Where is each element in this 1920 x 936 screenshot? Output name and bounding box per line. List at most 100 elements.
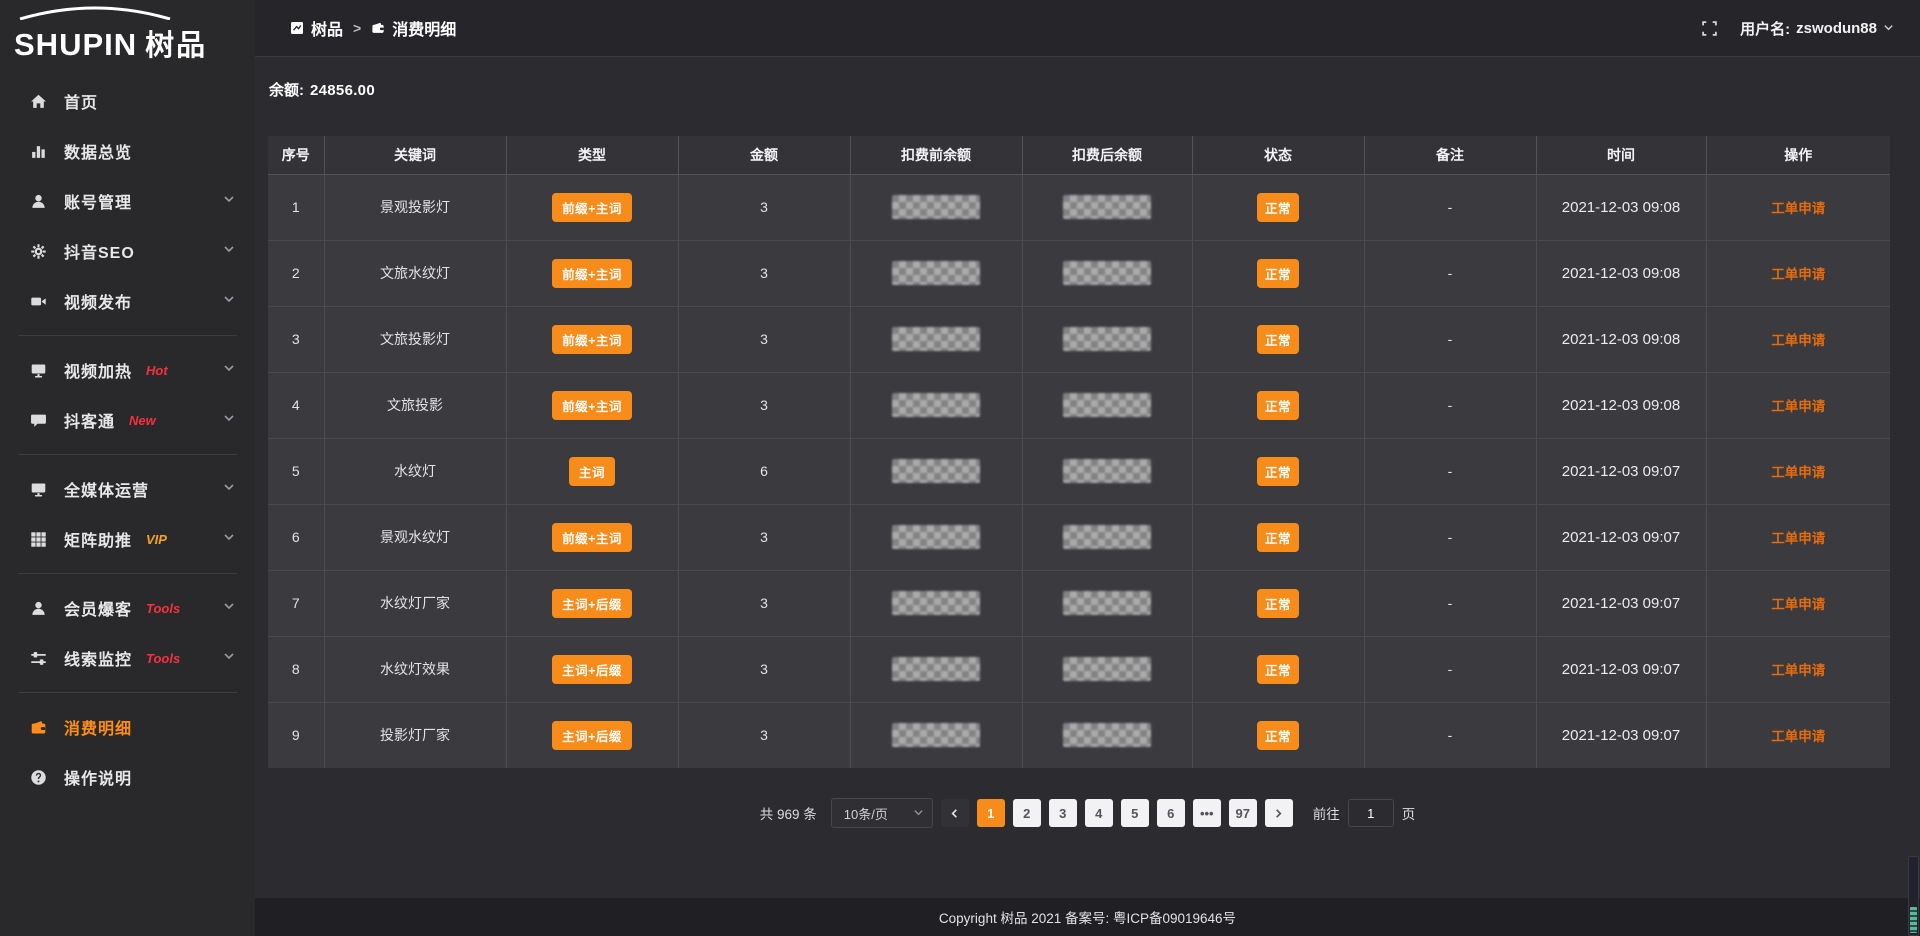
cell-index: 5 bbox=[268, 438, 324, 504]
ticket-apply-link[interactable]: 工单申请 bbox=[1771, 267, 1825, 282]
sidebar-item-clue-monitor[interactable]: 线索监控Tools bbox=[0, 633, 255, 683]
cell-time: 2021-12-03 09:07 bbox=[1536, 636, 1706, 702]
type-badge: 前缀+主词 bbox=[552, 391, 632, 420]
scrollbar[interactable] bbox=[1908, 856, 1919, 936]
sidebar-item-video-heat[interactable]: 视频加热Hot bbox=[0, 345, 255, 395]
table-row: 5 水纹灯 主词 6 正常 - 2021-12-03 09:07 工单申请 bbox=[268, 438, 1890, 504]
page-button-6[interactable]: 6 bbox=[1157, 799, 1185, 827]
ticket-apply-link[interactable]: 工单申请 bbox=[1771, 663, 1825, 678]
next-page-button[interactable] bbox=[1265, 799, 1293, 827]
user-menu[interactable]: 用户名: zswodun88 bbox=[1740, 18, 1894, 39]
sliders-icon bbox=[30, 650, 50, 667]
cell-action: 工单申请 bbox=[1706, 372, 1890, 438]
sidebar: SHUPIN 树品 首页数据总览账号管理抖音SEO视频发布视频加热Hot抖客通N… bbox=[0, 0, 255, 936]
cell-time: 2021-12-03 09:07 bbox=[1536, 702, 1706, 768]
chevron-down-icon bbox=[223, 192, 235, 210]
cell-remark: - bbox=[1364, 504, 1536, 570]
table-row: 7 水纹灯厂家 主词+后缀 3 正常 - 2021-12-03 09:07 工单… bbox=[268, 570, 1890, 636]
sidebar-item-data-overview[interactable]: 数据总览 bbox=[0, 126, 255, 176]
footer: Copyright 树品 2021 备案号: 粤ICP备09019646号 bbox=[255, 898, 1920, 936]
masked-value bbox=[892, 525, 980, 549]
cell-status: 正常 bbox=[1192, 636, 1364, 702]
goto-page-input[interactable] bbox=[1348, 799, 1394, 827]
masked-value bbox=[1063, 657, 1151, 681]
page-button-97[interactable]: 97 bbox=[1229, 799, 1257, 827]
page-ellipsis-button[interactable]: ••• bbox=[1193, 799, 1221, 827]
status-badge: 正常 bbox=[1257, 523, 1299, 552]
cell-action: 工单申请 bbox=[1706, 438, 1890, 504]
fullscreen-button[interactable] bbox=[1701, 20, 1718, 37]
cell-balance-after bbox=[1022, 240, 1192, 306]
masked-value bbox=[892, 393, 980, 417]
ticket-apply-link[interactable]: 工单申请 bbox=[1771, 531, 1825, 546]
pagination-total: 共 969 条 bbox=[760, 803, 817, 823]
sidebar-item-douketong[interactable]: 抖客通New bbox=[0, 395, 255, 445]
breadcrumb-root[interactable]: 树品 bbox=[290, 16, 343, 40]
cell-status: 正常 bbox=[1192, 702, 1364, 768]
status-badge: 正常 bbox=[1257, 325, 1299, 354]
page-button-1[interactable]: 1 bbox=[977, 799, 1005, 827]
cell-status: 正常 bbox=[1192, 504, 1364, 570]
ticket-apply-link[interactable]: 工单申请 bbox=[1771, 597, 1825, 612]
breadcrumb-root-label: 树品 bbox=[311, 16, 343, 40]
cell-status: 正常 bbox=[1192, 570, 1364, 636]
sidebar-item-member-baoke[interactable]: 会员爆客Tools bbox=[0, 583, 255, 633]
ticket-apply-link[interactable]: 工单申请 bbox=[1771, 465, 1825, 480]
cell-balance-after bbox=[1022, 504, 1192, 570]
chevron-down-icon bbox=[1883, 20, 1894, 37]
topbar: 树品 > 消费明细 用户名: zswodun88 bbox=[255, 0, 1920, 57]
app-logo: SHUPIN 树品 bbox=[0, 0, 255, 62]
page-size-select[interactable]: 10条/页 bbox=[831, 798, 933, 828]
cell-balance-after bbox=[1022, 306, 1192, 372]
cell-type: 前缀+主词 bbox=[506, 240, 678, 306]
masked-value bbox=[1063, 393, 1151, 417]
cell-balance-after bbox=[1022, 702, 1192, 768]
sidebar-item-matrix-boost[interactable]: 矩阵助推VIP bbox=[0, 514, 255, 564]
cell-balance-before bbox=[850, 372, 1022, 438]
cell-type: 主词+后缀 bbox=[506, 570, 678, 636]
sidebar-item-tag: Hot bbox=[146, 363, 168, 378]
page-button-2[interactable]: 2 bbox=[1013, 799, 1041, 827]
consume-table-wrap: 序号关键词类型金额扣费前余额扣费后余额状态备注时间操作 1 景观投影灯 前缀+主… bbox=[268, 136, 1890, 768]
cell-index: 2 bbox=[268, 240, 324, 306]
table-row: 4 文旅投影 前缀+主词 3 正常 - 2021-12-03 09:08 工单申… bbox=[268, 372, 1890, 438]
cell-remark: - bbox=[1364, 570, 1536, 636]
sidebar-item-account-manage[interactable]: 账号管理 bbox=[0, 176, 255, 226]
page-button-4[interactable]: 4 bbox=[1085, 799, 1113, 827]
sidebar-item-consume-detail[interactable]: 消费明细 bbox=[0, 702, 255, 752]
sidebar-item-douyin-seo[interactable]: 抖音SEO bbox=[0, 226, 255, 276]
cell-status: 正常 bbox=[1192, 240, 1364, 306]
cell-keyword: 景观投影灯 bbox=[324, 174, 506, 240]
masked-value bbox=[1063, 195, 1151, 219]
breadcrumb-current[interactable]: 消费明细 bbox=[371, 16, 456, 40]
ticket-apply-link[interactable]: 工单申请 bbox=[1771, 729, 1825, 744]
ticket-apply-link[interactable]: 工单申请 bbox=[1771, 399, 1825, 414]
prev-page-button[interactable] bbox=[941, 799, 969, 827]
sidebar-divider bbox=[18, 335, 237, 336]
type-badge: 主词+后缀 bbox=[552, 589, 632, 618]
masked-value bbox=[892, 261, 980, 285]
status-badge: 正常 bbox=[1257, 193, 1299, 222]
cell-action: 工单申请 bbox=[1706, 240, 1890, 306]
ticket-apply-link[interactable]: 工单申请 bbox=[1771, 333, 1825, 348]
status-badge: 正常 bbox=[1257, 259, 1299, 288]
gear-icon bbox=[30, 243, 50, 260]
sidebar-item-operation-guide[interactable]: 操作说明 bbox=[0, 752, 255, 802]
column-header: 类型 bbox=[506, 136, 678, 174]
cell-amount: 3 bbox=[678, 636, 850, 702]
ticket-apply-link[interactable]: 工单申请 bbox=[1771, 201, 1825, 216]
masked-value bbox=[1063, 525, 1151, 549]
sidebar-item-home[interactable]: 首页 bbox=[0, 76, 255, 126]
sidebar-item-media-operation[interactable]: 全媒体运营 bbox=[0, 464, 255, 514]
cell-remark: - bbox=[1364, 372, 1536, 438]
cell-balance-after bbox=[1022, 372, 1192, 438]
sidebar-item-video-publish[interactable]: 视频发布 bbox=[0, 276, 255, 326]
cell-type: 前缀+主词 bbox=[506, 174, 678, 240]
masked-value bbox=[892, 459, 980, 483]
cell-action: 工单申请 bbox=[1706, 306, 1890, 372]
page-button-5[interactable]: 5 bbox=[1121, 799, 1149, 827]
wallet-icon bbox=[371, 21, 385, 35]
page-button-3[interactable]: 3 bbox=[1049, 799, 1077, 827]
logo-arc bbox=[16, 6, 174, 20]
sidebar-item-label: 矩阵助推 bbox=[64, 527, 132, 551]
